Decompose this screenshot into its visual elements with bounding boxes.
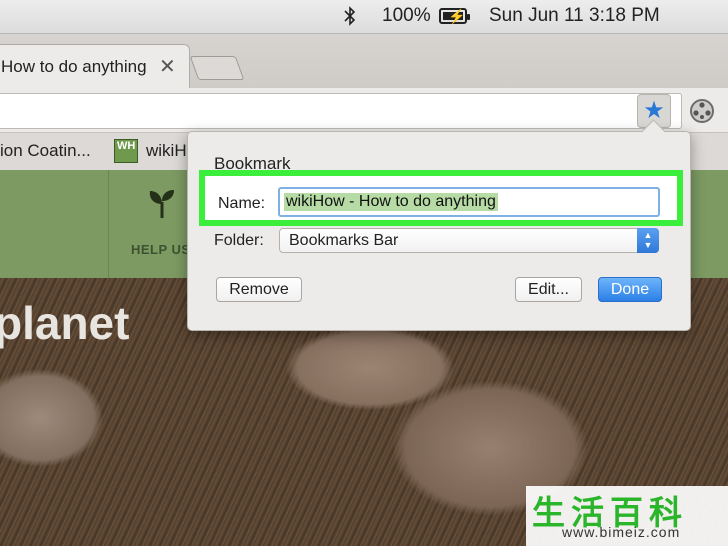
wikihow-favicon-icon: WH bbox=[114, 139, 138, 163]
bookmark-item[interactable]: wikiH bbox=[146, 141, 187, 161]
header-divider bbox=[108, 170, 109, 278]
tab-strip: How to do anything ✕ bbox=[0, 34, 728, 88]
edit-button[interactable]: Edit... bbox=[515, 277, 582, 302]
bookmark-name-input[interactable]: wikiHow - How to do anything bbox=[278, 187, 660, 217]
folder-label: Folder: bbox=[214, 232, 264, 249]
extension-icon[interactable] bbox=[688, 97, 716, 125]
browser-toolbar bbox=[0, 88, 728, 133]
name-label: Name: bbox=[218, 195, 266, 212]
folder-value: Bookmarks Bar bbox=[289, 232, 399, 249]
sprout-icon[interactable] bbox=[147, 188, 177, 220]
address-bar[interactable] bbox=[0, 93, 682, 129]
help-us-link[interactable]: HELP US bbox=[131, 242, 191, 257]
browser-tab[interactable]: How to do anything ✕ bbox=[0, 44, 190, 88]
battery-charging-icon[interactable]: ⚡ bbox=[439, 8, 470, 24]
tab-title: How to do anything bbox=[1, 57, 147, 76]
menu-clock[interactable]: Sun Jun 11 3:18 PM bbox=[489, 5, 660, 27]
tab-close-icon[interactable]: ✕ bbox=[159, 54, 176, 79]
bookmark-item[interactable]: ion Coatin... bbox=[0, 141, 91, 161]
select-arrows-icon[interactable]: ▲ ▼ bbox=[637, 228, 659, 253]
done-button[interactable]: Done bbox=[598, 277, 662, 302]
remove-button[interactable]: Remove bbox=[216, 277, 302, 302]
bluetooth-icon[interactable] bbox=[343, 5, 357, 27]
hero-title: planet bbox=[0, 297, 130, 349]
battery-percent[interactable]: 100% bbox=[382, 5, 431, 27]
watermark: 生活百科 www.bimeiz.com bbox=[526, 486, 728, 546]
watermark-url: www.bimeiz.com bbox=[562, 524, 681, 540]
folder-select[interactable]: Bookmarks Bar ▲ ▼ bbox=[279, 228, 659, 253]
new-tab-button[interactable] bbox=[189, 56, 245, 80]
bookmark-dialog: Bookmark Name: wikiHow - How to do anyth… bbox=[187, 131, 691, 331]
bookmark-name-value: wikiHow - How to do anything bbox=[284, 193, 498, 211]
menu-bar: 100% ⚡ Sun Jun 11 3:18 PM bbox=[0, 0, 728, 34]
